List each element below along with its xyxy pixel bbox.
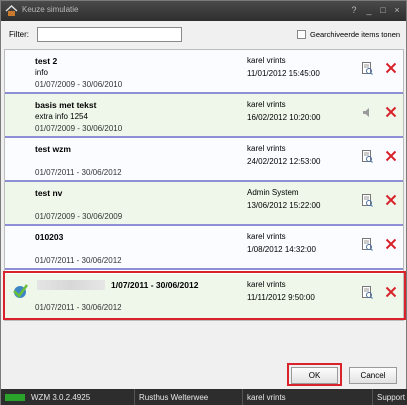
connection-status-indicator bbox=[5, 394, 25, 401]
status-bar: WZM 3.0.2.4925 Rusthus Welterwee karel v… bbox=[1, 389, 407, 405]
item-name: test wzm bbox=[35, 144, 71, 154]
window-title: Keuze simulatie bbox=[22, 5, 79, 14]
maximize-button[interactable]: □ bbox=[376, 3, 390, 17]
item-user: karel vrints bbox=[247, 100, 286, 109]
list-item[interactable]: 010203 01/07/2011 - 30/06/2012 karel vri… bbox=[5, 226, 403, 270]
keuze-simulatie-window: Keuze simulatie ? _ □ × Filter: Gearchiv… bbox=[0, 0, 407, 405]
item-period: 01/07/2009 - 30/06/2010 bbox=[35, 80, 123, 89]
delete-icon[interactable] bbox=[385, 238, 397, 250]
selected-row-highlight bbox=[3, 271, 406, 320]
filter-label: Filter: bbox=[9, 30, 29, 39]
document-edit-icon[interactable] bbox=[362, 238, 373, 251]
filter-input[interactable] bbox=[37, 27, 182, 42]
item-period: 01/07/2011 - 30/06/2012 bbox=[35, 168, 122, 177]
item-name: test 2 bbox=[35, 56, 58, 66]
item-name: test nv bbox=[35, 188, 63, 198]
item-name: basis met tekst bbox=[35, 100, 97, 110]
item-date: 16/02/2012 10:20:00 bbox=[247, 113, 321, 122]
document-edit-icon[interactable] bbox=[362, 194, 373, 207]
user-label: karel vrints bbox=[243, 389, 373, 405]
item-name: 010203 bbox=[35, 232, 64, 242]
archived-items-label[interactable]: Gearchiveerde items tonen bbox=[310, 30, 400, 39]
ok-button-highlight bbox=[287, 363, 342, 386]
archived-items-checkbox[interactable] bbox=[297, 30, 306, 39]
item-period: 01/07/2009 - 30/06/2010 bbox=[35, 124, 123, 133]
item-info: extra info 1254 bbox=[35, 112, 88, 121]
minimize-button[interactable]: _ bbox=[362, 3, 376, 17]
item-user: Admin System bbox=[247, 188, 299, 197]
item-user: karel vrints bbox=[247, 144, 286, 153]
item-date: 1/08/2012 14:32:00 bbox=[247, 245, 316, 254]
delete-icon[interactable] bbox=[385, 106, 397, 118]
support-link[interactable]: Support bbox=[373, 389, 407, 405]
item-info: info bbox=[35, 68, 48, 77]
filter-row: Filter: Gearchiveerde items tonen bbox=[9, 27, 401, 43]
title-bar: Keuze simulatie ? _ □ × bbox=[1, 1, 406, 21]
item-date: 11/01/2012 15:45:00 bbox=[247, 69, 320, 78]
item-period: 01/07/2011 - 30/06/2012 bbox=[35, 256, 122, 265]
item-user: karel vrints bbox=[247, 232, 286, 241]
document-edit-icon[interactable] bbox=[362, 62, 373, 75]
item-date: 24/02/2012 12:53:00 bbox=[247, 157, 321, 166]
delete-icon[interactable] bbox=[385, 194, 397, 206]
delete-icon[interactable] bbox=[385, 150, 397, 162]
version-label: WZM 3.0.2.4925 bbox=[27, 389, 135, 405]
cancel-button[interactable]: Cancel bbox=[349, 367, 397, 384]
app-home-icon bbox=[5, 5, 18, 16]
help-button[interactable]: ? bbox=[347, 3, 361, 17]
school-label: Rusthus Welterwee bbox=[135, 389, 243, 405]
document-edit-icon[interactable] bbox=[362, 150, 373, 163]
list-item[interactable]: test wzm 01/07/2011 - 30/06/2012 karel v… bbox=[5, 138, 403, 182]
item-period: 01/07/2009 - 30/06/2009 bbox=[35, 212, 123, 221]
delete-icon[interactable] bbox=[385, 62, 397, 74]
item-user: karel vrints bbox=[247, 56, 286, 65]
list-item[interactable]: basis met tekst extra info 1254 01/07/20… bbox=[5, 94, 403, 138]
speaker-icon[interactable] bbox=[362, 106, 373, 119]
list-item[interactable]: test 2 info 01/07/2009 - 30/06/2010 kare… bbox=[5, 50, 403, 94]
list-item[interactable]: test nv 01/07/2009 - 30/06/2009 Admin Sy… bbox=[5, 182, 403, 226]
close-button[interactable]: × bbox=[390, 3, 404, 17]
item-date: 13/06/2012 15:22:00 bbox=[247, 201, 321, 210]
